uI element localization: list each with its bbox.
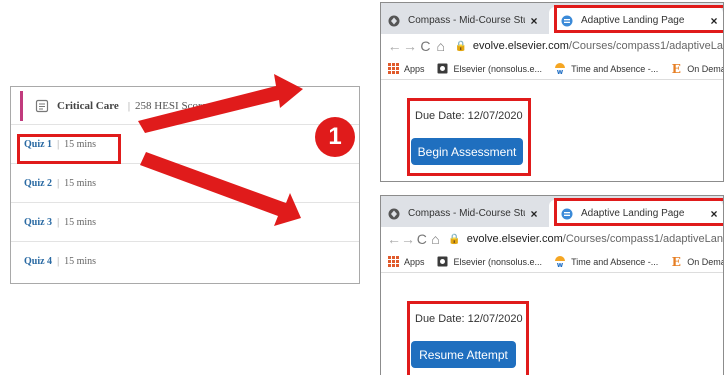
quiz-link[interactable]: Quiz 3 [24, 217, 52, 228]
step-number-badge: 1 [315, 117, 355, 157]
back-arrow-icon[interactable]: ← [387, 231, 401, 247]
quiz-row[interactable]: Quiz 2 | 15 mins [11, 164, 359, 203]
quiz-duration: 15 mins [64, 177, 97, 189]
course-panel: Critical Care | 258 HESI Score Quiz 1 | … [10, 86, 360, 284]
reload-icon[interactable]: C [418, 38, 433, 54]
address-bar: ← → C ⌂ 🔒 evolve.elsevier.com/Courses/co… [381, 227, 723, 251]
globe-icon [388, 15, 400, 27]
separator: | [57, 177, 60, 189]
url-path: /Courses/compass1/adaptiveLan [562, 233, 723, 245]
browser-window-resume: Compass - Mid-Course Study Pla × Adaptiv… [380, 195, 724, 375]
page-content: Due Date: 12/07/2020 Resume Attempt [381, 273, 723, 375]
bookmark-apps[interactable]: Apps [387, 63, 425, 75]
forward-arrow-icon[interactable]: → [402, 38, 417, 54]
close-icon[interactable]: × [525, 207, 543, 221]
bookmark-on-demand[interactable]: E On Demand Le [670, 254, 723, 269]
bookmark-label: On Demand Le [687, 63, 723, 74]
quiz-row[interactable]: Quiz 3 | 15 mins [11, 203, 359, 242]
url-field[interactable]: 🔒 evolve.elsevier.com/Courses/compass1/a… [448, 233, 723, 245]
svg-text:w: w [557, 68, 564, 75]
workday-icon: w [554, 255, 566, 268]
due-date: Due Date: 12/07/2020 [415, 110, 523, 122]
quiz-duration: 15 mins [64, 256, 97, 267]
tab-strip: Compass - Mid-Course Study Pla × Adaptiv… [381, 196, 723, 227]
browser-window-begin: Compass - Mid-Course Study Pla × Adaptiv… [380, 2, 724, 182]
bookmark-label: Elsevier (nonsolus.e... [453, 256, 543, 267]
quiz-link[interactable]: Quiz 2 [24, 178, 52, 189]
document-icon [35, 99, 49, 113]
separator: | [57, 216, 60, 228]
bookmark-label: Apps [404, 63, 425, 74]
bookmark-elsevier[interactable]: Elsevier (nonsolus.e... [437, 63, 543, 75]
quiz-row[interactable]: Quiz 4 | 15 mins [11, 242, 359, 281]
bookmark-elsevier[interactable]: Elsevier (nonsolus.e... [437, 256, 543, 268]
bookmark-label: Elsevier (nonsolus.e... [453, 63, 543, 74]
e-logo-icon: E [671, 61, 681, 76]
apps-grid-icon [387, 63, 399, 75]
home-icon[interactable]: ⌂ [429, 231, 443, 247]
elsevier-icon [437, 256, 449, 268]
course-score: 258 HESI Score [135, 99, 207, 112]
separator: | [127, 99, 131, 112]
course-name: Critical Care [57, 99, 119, 112]
bookmark-label: On Demand Le [687, 256, 723, 267]
quiz-duration: 15 mins [64, 216, 97, 228]
begin-assessment-button[interactable]: Begin Assessment [411, 138, 523, 165]
reload-icon[interactable]: C [415, 231, 429, 247]
quiz-link[interactable]: Quiz 4 [24, 256, 52, 267]
bookmark-label: Time and Absence -... [571, 63, 659, 74]
due-date: Due Date: 12/07/2020 [415, 313, 523, 325]
course-header: Critical Care | 258 HESI Score [11, 87, 359, 125]
lock-icon: 🔒 [454, 40, 467, 52]
tab-compass[interactable]: Compass - Mid-Course Study Pla × [381, 200, 549, 227]
forward-arrow-icon[interactable]: → [401, 231, 415, 247]
close-icon[interactable]: × [525, 14, 543, 28]
resume-attempt-button[interactable]: Resume Attempt [411, 341, 516, 368]
bookmark-on-demand[interactable]: E On Demand Le [670, 61, 723, 76]
url-field[interactable]: 🔒 evolve.elsevier.com/Courses/compass1/a… [454, 40, 723, 52]
bookmark-apps[interactable]: Apps [387, 256, 425, 268]
bookmarks-bar: Apps Elsevier (nonsolus.e... w Time and … [381, 58, 723, 80]
apps-grid-icon [387, 256, 399, 268]
svg-text:w: w [557, 261, 564, 268]
tab-compass[interactable]: Compass - Mid-Course Study Pla × [381, 7, 549, 34]
bookmark-label: Apps [404, 256, 425, 267]
bookmark-time-absence[interactable]: w Time and Absence -... [554, 62, 659, 75]
home-icon[interactable]: ⌂ [433, 38, 448, 54]
elsevier-icon [437, 63, 449, 75]
course-accent-bar [20, 91, 23, 121]
tab-strip: Compass - Mid-Course Study Pla × Adaptiv… [381, 3, 723, 34]
bookmark-time-absence[interactable]: w Time and Absence -... [554, 255, 659, 268]
back-arrow-icon[interactable]: ← [387, 38, 402, 54]
tab-title: Compass - Mid-Course Study Pla [408, 208, 525, 219]
tab-title: Compass - Mid-Course Study Pla [408, 15, 525, 26]
e-logo-icon: E [671, 254, 681, 269]
lock-icon: 🔒 [448, 233, 461, 245]
separator: | [57, 256, 60, 267]
bookmarks-bar: Apps Elsevier (nonsolus.e... w Time and … [381, 251, 723, 273]
globe-icon [388, 208, 400, 220]
active-tab-highlight-box [554, 198, 723, 226]
workday-icon: w [554, 62, 566, 75]
bookmark-label: Time and Absence -... [571, 256, 659, 267]
quiz1-highlight-box [17, 134, 121, 164]
page-content: Due Date: 12/07/2020 Begin Assessment [381, 80, 723, 180]
url-path: /Courses/compass1/adaptiveLa [568, 40, 723, 52]
url-host: evolve.elsevier.com [472, 40, 569, 52]
url-host: evolve.elsevier.com [466, 233, 563, 245]
address-bar: ← → C ⌂ 🔒 evolve.elsevier.com/Courses/co… [381, 34, 723, 58]
active-tab-highlight-box [554, 5, 723, 33]
